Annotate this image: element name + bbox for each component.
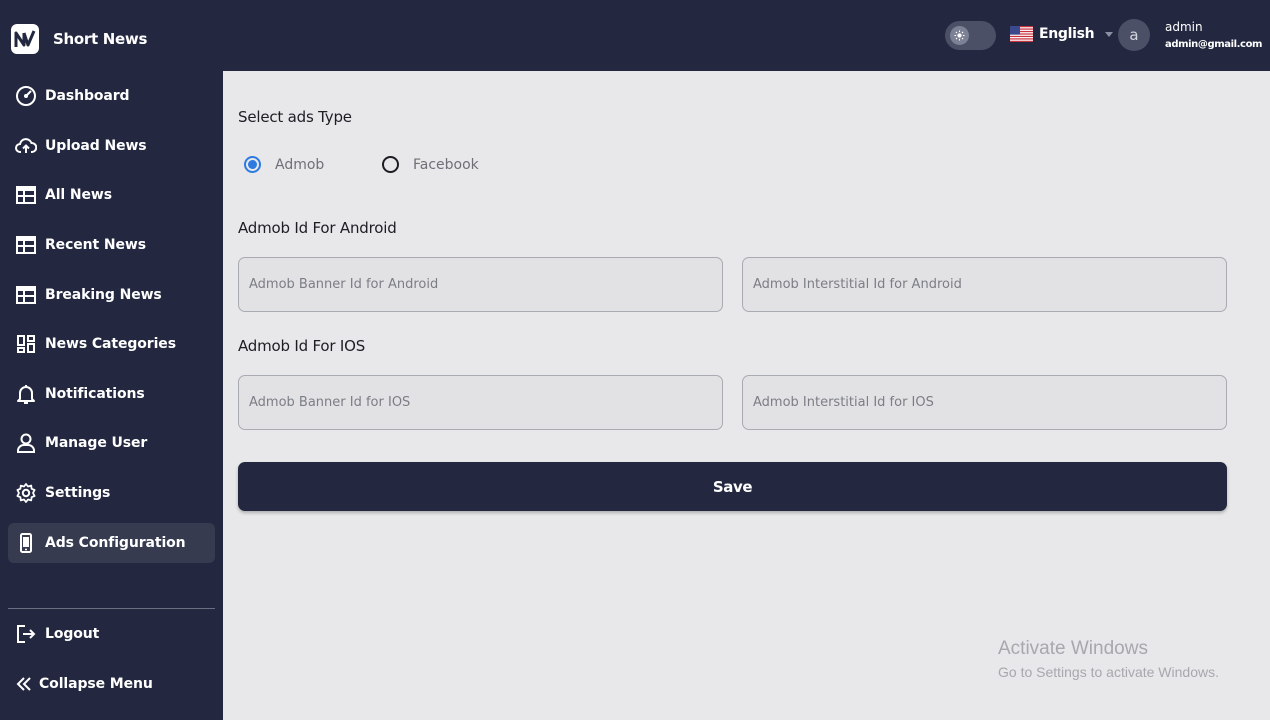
table-icon — [15, 234, 37, 256]
sidebar-item-label: Ads Configuration — [45, 535, 186, 551]
table-icon — [15, 184, 37, 206]
sidebar-item-all-news[interactable]: All News — [8, 175, 215, 215]
avatar[interactable]: a — [1118, 19, 1150, 51]
sidebar-item-label: Breaking News — [45, 287, 162, 303]
cloud-upload-icon — [15, 135, 37, 157]
grid-icon — [15, 333, 37, 355]
language-label: English — [1039, 26, 1095, 42]
radio-checked-icon — [244, 156, 261, 173]
sidebar-item-label: News Categories — [45, 336, 176, 352]
theme-toggle[interactable] — [945, 21, 996, 50]
sidebar-item-dashboard[interactable]: Dashboard — [8, 76, 215, 116]
sidebar-item-label: All News — [45, 187, 112, 203]
activate-windows-subtitle: Go to Settings to activate Windows. — [998, 664, 1219, 680]
activate-windows-title: Activate Windows — [998, 638, 1148, 659]
bell-icon — [15, 383, 37, 405]
gear-icon — [15, 482, 37, 504]
sidebar-item-label: Upload News — [45, 138, 147, 154]
ads-type-title: Select ads Type — [238, 108, 352, 126]
user-email: admin@gmail.com — [1165, 39, 1263, 50]
ios-section-title: Admob Id For IOS — [238, 337, 366, 355]
sidebar-item-label: Dashboard — [45, 88, 130, 104]
collapse-menu-button[interactable]: Collapse Menu — [8, 664, 215, 704]
chevron-down-icon — [1105, 31, 1114, 37]
logo-icon — [14, 30, 36, 47]
save-button[interactable]: Save — [238, 462, 1227, 511]
sidebar-item-breaking-news[interactable]: Breaking News — [8, 275, 215, 315]
sidebar-item-recent-news[interactable]: Recent News — [8, 225, 215, 265]
ios-interstitial-id-input[interactable] — [742, 375, 1227, 430]
sun-icon — [950, 26, 969, 45]
sidebar-item-label: Notifications — [45, 386, 145, 402]
user-name: admin — [1165, 20, 1203, 34]
logout-label: Logout — [45, 626, 100, 642]
sidebar-item-settings[interactable]: Settings — [8, 473, 215, 513]
android-section-title: Admob Id For Android — [238, 219, 397, 237]
table-icon — [15, 284, 37, 306]
sidebar-item-upload-news[interactable]: Upload News — [8, 126, 215, 166]
radio-unchecked-icon — [382, 156, 399, 173]
collapse-menu-label: Collapse Menu — [39, 676, 153, 692]
sidebar-divider — [8, 608, 215, 609]
dashboard-icon — [15, 85, 37, 107]
android-banner-id-input[interactable] — [238, 257, 723, 312]
radio-admob-label: Admob — [275, 156, 325, 173]
sidebar-item-news-categories[interactable]: News Categories — [8, 324, 215, 364]
main-content: Select ads Type Admob Facebook Admob Id … — [223, 71, 1270, 720]
logout-icon — [15, 623, 37, 645]
sidebar-item-label: Recent News — [45, 237, 146, 253]
language-selector[interactable]: English — [1010, 26, 1114, 42]
user-icon — [15, 432, 37, 454]
sidebar-item-notifications[interactable]: Notifications — [8, 374, 215, 414]
sidebar-item-manage-user[interactable]: Manage User — [8, 423, 215, 463]
top-bar: Short News English a admin admin@gmail.c… — [0, 0, 1270, 71]
radio-admob[interactable]: Admob — [244, 156, 324, 173]
phone-icon — [15, 532, 37, 554]
android-interstitial-id-input[interactable] — [742, 257, 1227, 312]
radio-facebook[interactable]: Facebook — [382, 156, 479, 173]
sidebar-item-ads-configuration[interactable]: Ads Configuration — [8, 523, 215, 563]
double-chevron-left-icon — [15, 673, 33, 695]
brand-name: Short News — [53, 30, 148, 48]
radio-facebook-label: Facebook — [413, 156, 479, 173]
us-flag-icon — [1010, 26, 1033, 42]
ios-banner-id-input[interactable] — [238, 375, 723, 430]
sidebar-item-label: Settings — [45, 485, 111, 501]
sidebar-item-label: Manage User — [45, 435, 148, 451]
logout-button[interactable]: Logout — [8, 614, 215, 654]
sidebar: Dashboard Upload News All News Recent Ne… — [0, 71, 223, 720]
app-logo[interactable] — [11, 24, 39, 54]
